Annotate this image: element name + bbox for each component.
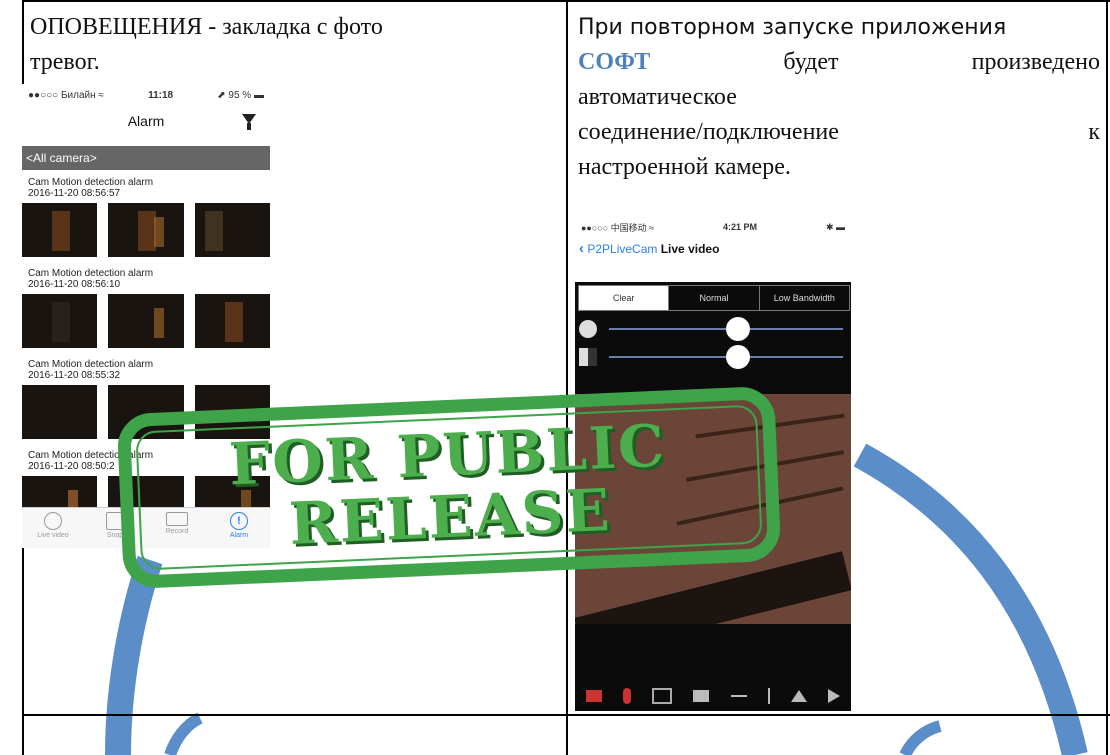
nav-title: Alarm	[127, 113, 165, 129]
quality-option-normal[interactable]: Normal	[669, 286, 760, 310]
table-border-right	[1106, 0, 1108, 755]
horizontal-flip-icon[interactable]	[730, 695, 747, 697]
alarm-photo-thumbnail[interactable]	[108, 203, 184, 257]
status-bar: ●●○○○ Билайн ≈ 11:18 ⬈ 95 % ▬	[22, 84, 270, 106]
back-label: P2PLiveCam	[587, 242, 658, 256]
camera-selector[interactable]: <All camera>	[22, 146, 270, 170]
alarm-photo-thumbnail[interactable]	[108, 294, 184, 348]
status-time: 11:18	[148, 89, 174, 101]
quality-option-clear[interactable]: Clear	[579, 286, 670, 310]
back-button[interactable]: ‹ P2PLiveCam	[579, 240, 661, 257]
tab-label: Live video	[37, 532, 69, 539]
table-border-row	[22, 714, 1110, 716]
nav-bar: Alarm	[22, 106, 270, 136]
camera-lens-icon	[44, 512, 62, 530]
filter-icon-stem	[247, 123, 251, 130]
nav-title: Live video	[660, 242, 720, 256]
brightness-sun-icon	[579, 320, 597, 338]
speaker-icon[interactable]	[585, 690, 602, 702]
nav-bar: ‹ P2PLiveCam Live video	[575, 236, 851, 262]
alarm-time: 2016-11-20 08:55:32	[28, 370, 121, 381]
alarm-photo-thumbnail[interactable]	[194, 294, 270, 348]
alarm-photo-thumbnail[interactable]	[22, 385, 98, 439]
alarm-photo-thumbnail[interactable]	[22, 203, 98, 257]
status-battery: ⬈ 95 % ▬	[217, 89, 264, 101]
status-bar: ●●○○○ 中国移动 ≈ 4:21 PM ✱ ▬	[575, 218, 851, 236]
alarm-title: Cam Motion detection alarm	[28, 268, 154, 279]
alarm-group[interactable]: Cam Motion detection alarm 2016-11-20 08…	[22, 261, 270, 352]
brightness-slider[interactable]	[579, 316, 847, 342]
chevron-left-icon: ‹	[579, 240, 584, 257]
alarm-time: 2016-11-20 08:56:57	[28, 188, 121, 199]
microphone-icon[interactable]	[622, 688, 631, 704]
alarm-group[interactable]: Cam Motion detection alarm 2016-11-20 08…	[22, 170, 270, 261]
public-release-stamp: FOR PUBLIC RELEASE	[116, 385, 782, 590]
vertical-flip-icon[interactable]	[767, 688, 770, 704]
status-carrier: ●●○○○ 中国移动 ≈	[581, 222, 655, 233]
quality-segmented-control: Clear Normal Low Bandwidth	[578, 285, 850, 311]
alarm-thumbnails	[22, 294, 270, 348]
alarm-photo-thumbnail[interactable]	[194, 203, 270, 257]
alarm-thumbnails	[22, 203, 270, 257]
contrast-knob[interactable]	[725, 345, 750, 369]
alarm-title: Cam Motion detection alarm	[28, 177, 154, 188]
contrast-icon	[579, 348, 597, 366]
brightness-knob[interactable]	[725, 317, 750, 341]
status-carrier: ●●○○○ Билайн ≈	[28, 89, 104, 101]
snapshot-camera-icon[interactable]	[652, 688, 673, 704]
record-video-icon[interactable]	[693, 690, 710, 702]
document-page: ОПОВЕЩЕНИЯ - закладка с фото тревог. При…	[0, 0, 1110, 755]
alarm-title: Cam Motion detection alarm	[28, 359, 154, 370]
quality-option-low-bandwidth[interactable]: Low Bandwidth	[760, 286, 849, 310]
tab-live-video[interactable]: Live video	[28, 508, 78, 548]
alarm-time: 2016-11-20 08:56:10	[28, 279, 121, 290]
status-time: 4:21 PM	[723, 222, 758, 232]
contrast-slider[interactable]	[579, 344, 847, 370]
mirror-icon[interactable]	[791, 690, 808, 702]
table-border-middle	[566, 0, 568, 755]
status-battery: ✱ ▬	[825, 221, 845, 232]
video-controls-bar	[575, 681, 851, 711]
play-icon[interactable]	[828, 689, 841, 703]
alarm-photo-thumbnail[interactable]	[22, 294, 98, 348]
